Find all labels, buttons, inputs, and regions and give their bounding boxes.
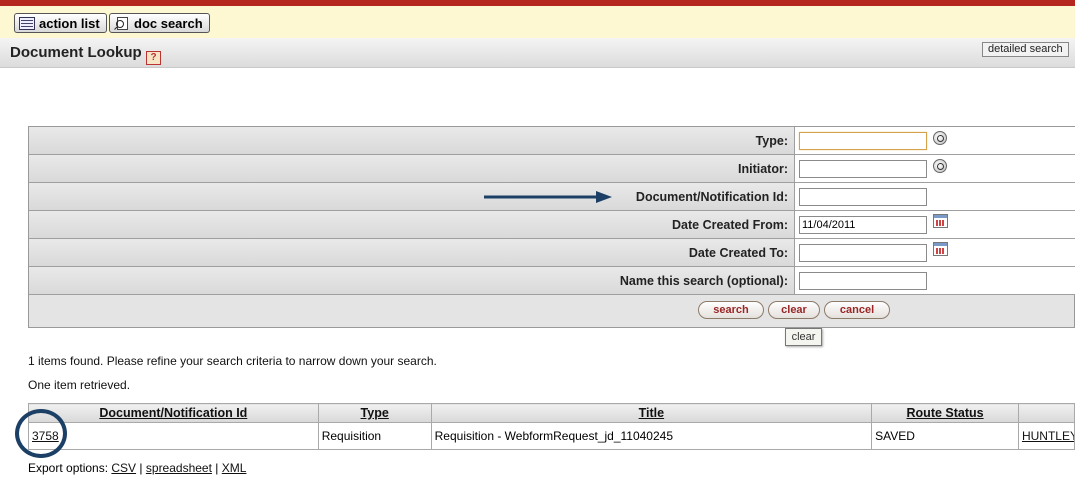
- criteria-row-date-from: Date Created From:: [29, 211, 1075, 239]
- doc-search-button[interactable]: doc search: [109, 13, 210, 33]
- calendar-icon[interactable]: [933, 214, 948, 228]
- doc-id-input[interactable]: [799, 188, 927, 206]
- results-table: Document/Notification Id Type Title Rout…: [28, 403, 1075, 450]
- export-options: Export options: CSV | spreadsheet | XML: [28, 461, 246, 475]
- export-csv-link[interactable]: CSV: [111, 461, 136, 475]
- type-label: Type:: [29, 127, 795, 154]
- list-icon: [19, 16, 35, 30]
- initiator-cell: [795, 155, 1075, 182]
- doc-id-cell: [795, 183, 1075, 210]
- export-spreadsheet-link[interactable]: spreadsheet: [146, 461, 212, 475]
- col-header-title[interactable]: Title: [430, 403, 873, 423]
- initiator-label: Initiator:: [29, 155, 795, 182]
- type-cell: [795, 127, 1075, 154]
- items-retrieved-message: One item retrieved.: [28, 378, 131, 392]
- search-doc-icon: [114, 16, 130, 30]
- export-xml-link[interactable]: XML: [222, 461, 247, 475]
- initiator-link[interactable]: HUNTLEY,: [1022, 429, 1074, 443]
- route-status-cell: SAVED: [871, 422, 1019, 450]
- doc-id-label: Document/Notification Id:: [29, 183, 795, 210]
- criteria-button-row: search clear cancel: [29, 295, 1075, 328]
- initiator-cell: HUNTLEY,: [1017, 422, 1075, 450]
- calendar-icon[interactable]: [933, 242, 948, 256]
- criteria-row-initiator: Initiator:: [29, 155, 1075, 183]
- action-list-label: action list: [39, 15, 100, 31]
- criteria-row-name-search: Name this search (optional):: [29, 267, 1075, 295]
- clear-tooltip: clear: [785, 328, 822, 346]
- clear-button[interactable]: clear: [768, 301, 820, 319]
- name-search-cell: [795, 267, 1075, 294]
- col-header-route-status[interactable]: Route Status: [871, 403, 1019, 423]
- table-row: 3758 Requisition Requisition - WebformRe…: [28, 422, 1075, 450]
- annotation-arrow: [484, 191, 612, 203]
- page-title: Document Lookup: [10, 44, 142, 61]
- type-cell: Requisition: [317, 422, 432, 450]
- title-cell: Requisition - WebformRequest_jd_11040245: [430, 422, 873, 450]
- export-label: Export options:: [28, 461, 109, 475]
- type-input[interactable]: [799, 132, 927, 150]
- criteria-row-type: Type:: [29, 127, 1075, 155]
- results-header-row: Document/Notification Id Type Title Rout…: [28, 403, 1075, 423]
- name-search-input[interactable]: [799, 272, 927, 290]
- col-header-partial: [1017, 403, 1075, 423]
- export-separator: |: [215, 461, 219, 475]
- search-criteria-panel: Type: Initiator: Document/Notification I…: [28, 126, 1075, 328]
- criteria-row-date-to: Date Created To:: [29, 239, 1075, 267]
- date-to-input[interactable]: [799, 244, 927, 262]
- date-to-cell: [795, 239, 1075, 266]
- cancel-button[interactable]: cancel: [824, 301, 890, 319]
- date-from-label: Date Created From:: [29, 211, 795, 238]
- date-from-cell: [795, 211, 1075, 238]
- help-icon[interactable]: ?: [146, 51, 161, 65]
- lookup-icon[interactable]: [933, 159, 947, 173]
- date-from-input[interactable]: [799, 216, 927, 234]
- action-list-button[interactable]: action list: [14, 13, 107, 33]
- page-header: Document Lookup ? detailed search: [0, 38, 1075, 68]
- lookup-icon[interactable]: [933, 131, 947, 145]
- initiator-input[interactable]: [799, 160, 927, 178]
- items-found-message: 1 items found. Please refine your search…: [28, 354, 437, 368]
- search-button[interactable]: search: [698, 301, 764, 319]
- top-toolbar: action list doc search: [0, 0, 1075, 38]
- annotation-circle: [15, 409, 67, 458]
- doc-id-cell: 3758: [28, 422, 319, 450]
- name-search-label: Name this search (optional):: [29, 267, 795, 294]
- doc-search-label: doc search: [134, 15, 203, 31]
- detailed-search-button[interactable]: detailed search: [982, 42, 1069, 57]
- export-separator: |: [139, 461, 143, 475]
- col-header-doc-id[interactable]: Document/Notification Id: [28, 403, 319, 423]
- col-header-type[interactable]: Type: [317, 403, 432, 423]
- date-to-label: Date Created To:: [29, 239, 795, 266]
